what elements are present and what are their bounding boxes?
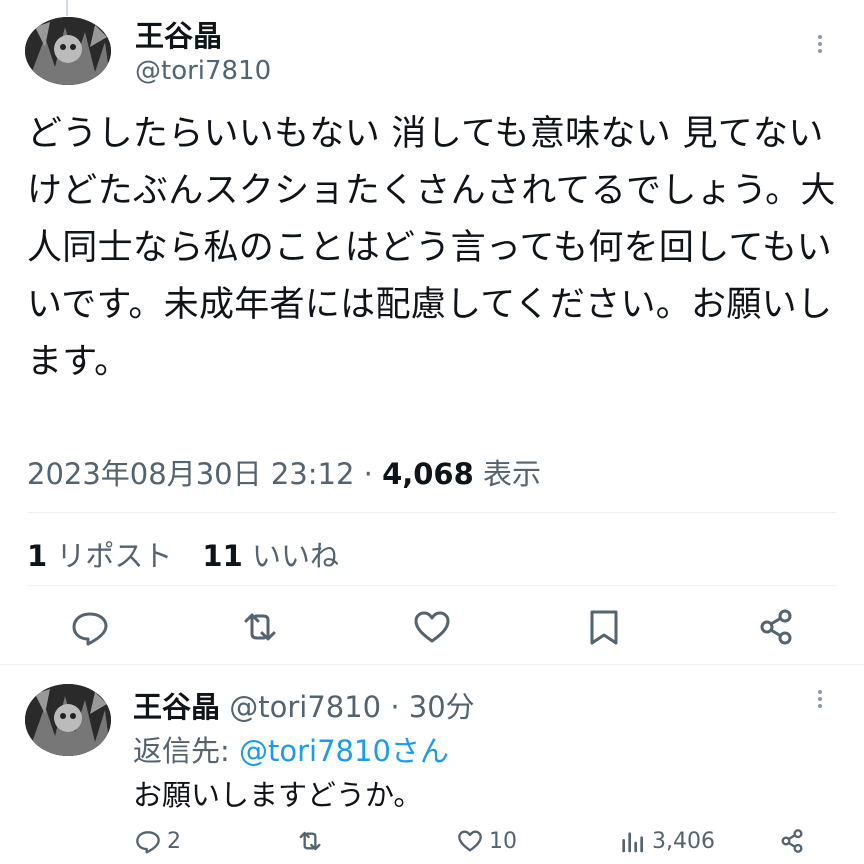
reply-to-prefix: 返信先:: [133, 734, 239, 768]
reply-views-button[interactable]: 3,406: [618, 826, 715, 856]
divider: [27, 512, 837, 513]
reply-repost-button[interactable]: [295, 826, 329, 856]
speech-bubble-icon: [72, 612, 108, 646]
author-handle[interactable]: @tori7810: [135, 56, 271, 86]
reply-share-button[interactable]: [777, 826, 811, 856]
bar-chart-icon: [622, 832, 644, 853]
bookmark-button[interactable]: [582, 606, 626, 648]
share-button[interactable]: [754, 606, 798, 648]
reply-text: お願いしますどうか。: [133, 778, 423, 812]
engagement-stats: 1 リポスト 11 いいね: [27, 533, 339, 575]
reply-author-name[interactable]: 王谷晶: [133, 690, 220, 724]
reply-header: 王谷晶 @tori7810 · 30分: [133, 684, 475, 726]
reply-handle-time[interactable]: @tori7810 · 30分: [220, 690, 474, 724]
repost-label: リポスト: [47, 539, 173, 573]
heart-icon: [458, 830, 482, 852]
repost-arrows-icon: [244, 613, 276, 641]
reply-to-handle-link[interactable]: @tori7810さん: [239, 734, 449, 768]
reply-like-count: 10: [489, 828, 517, 854]
author-name[interactable]: 王谷晶: [135, 13, 222, 55]
like-button[interactable]: [410, 606, 454, 648]
repost-count: 1: [27, 539, 48, 573]
author-avatar[interactable]: [25, 17, 111, 85]
share-icon: [781, 829, 803, 853]
more-vertical-icon[interactable]: [816, 690, 824, 712]
reply-like-button[interactable]: 10: [455, 826, 517, 856]
bookmark-icon: [590, 610, 618, 645]
divider: [27, 585, 837, 586]
repost-stat[interactable]: 1 リポスト: [27, 539, 172, 573]
like-label: いいね: [242, 539, 339, 573]
share-icon: [760, 609, 792, 645]
reply-to-line: 返信先: @tori7810さん: [133, 728, 449, 770]
more-vertical-icon[interactable]: [816, 35, 824, 57]
view-count-label: 表示: [473, 457, 542, 491]
like-count: 11: [202, 539, 243, 573]
reply-reply-button[interactable]: 2: [133, 826, 181, 856]
thread-connector-line: [66, 0, 68, 16]
tweet-metadata: 2023年08月30日 23:12 · 4,068 表示: [27, 451, 541, 493]
reply-author-avatar[interactable]: [25, 684, 111, 756]
speech-bubble-icon: [136, 831, 160, 854]
reply-button[interactable]: [68, 606, 112, 648]
reply-view-count: 3,406: [652, 828, 715, 854]
timestamp[interactable]: 2023年08月30日 23:12 ·: [27, 457, 382, 491]
section-separator: [0, 664, 864, 665]
view-count: 4,068: [382, 457, 474, 491]
like-stat[interactable]: 11 いいね: [202, 539, 339, 573]
reply-reply-count: 2: [167, 828, 181, 854]
repost-button[interactable]: [238, 606, 282, 648]
heart-icon: [414, 611, 450, 643]
repost-arrows-icon: [299, 831, 321, 851]
tweet-text: どうしたらいいもない 消しても意味ない 見てないけどたぶんスクショたくさんされて…: [27, 114, 836, 382]
